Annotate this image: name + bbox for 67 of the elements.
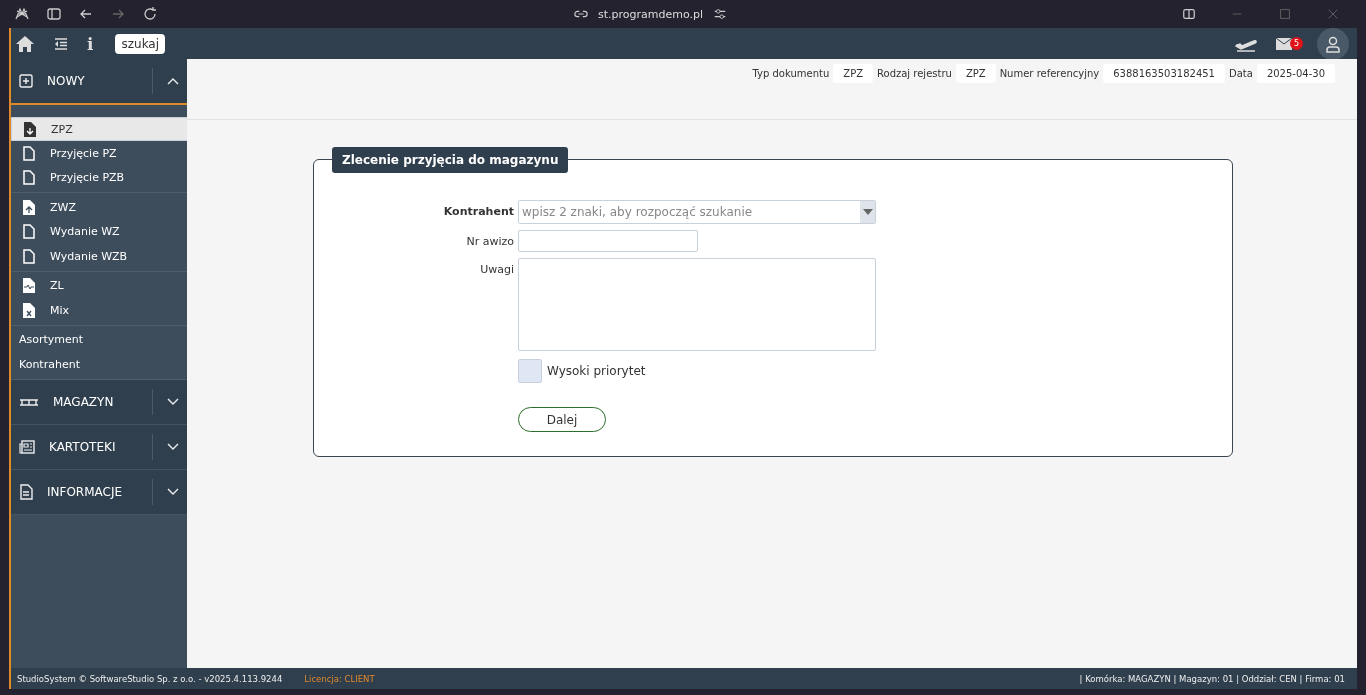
plus-square-icon <box>19 74 33 88</box>
chevron-icon[interactable] <box>167 487 179 496</box>
dropdown-field[interactable]: wpisz 2 znaki, aby rozpocząć szukanie <box>518 200 876 224</box>
menu-item[interactable]: Wydanie WZ <box>11 219 180 244</box>
menu-item[interactable]: ZWZ <box>11 195 180 220</box>
license-text: Licencja: CLIENT <box>304 673 375 684</box>
user-button[interactable] <box>1317 27 1349 60</box>
next-button[interactable]: Dalej <box>518 407 606 432</box>
readonly-field: ZPZ <box>833 64 874 83</box>
field-label: Typ dokumentu <box>752 67 830 81</box>
sidebar-toggle-icon[interactable] <box>46 6 62 22</box>
chevron-icon[interactable] <box>167 397 179 406</box>
field-label: Kontrahent <box>442 204 514 220</box>
browser-logo-icon[interactable] <box>14 6 30 22</box>
menu-section-header[interactable]: INFORMACJE <box>11 469 187 515</box>
document-icon <box>23 248 35 264</box>
reload-icon[interactable] <box>142 6 158 22</box>
textarea-field[interactable] <box>518 258 876 351</box>
field-label: Uwagi <box>479 262 514 278</box>
menu-item[interactable]: Kontrahent <box>11 352 180 377</box>
menu-item[interactable]: Przyjęcie PZ <box>11 141 180 166</box>
document-icon <box>23 224 35 240</box>
readonly-field: 6388163503182451 <box>1103 64 1225 83</box>
mail-icon[interactable] <box>1275 36 1293 51</box>
menu-section-header[interactable]: KARTOTEKI <box>11 424 187 470</box>
outdent-icon[interactable] <box>53 35 69 52</box>
panel-title: Zlecenie przyjęcia do magazynu <box>332 147 569 173</box>
chevron-icon[interactable] <box>167 77 179 85</box>
document-icon <box>19 483 33 500</box>
file-chart-icon <box>23 278 35 294</box>
menu-item[interactable]: ZPZ <box>11 117 187 141</box>
checkbox[interactable] <box>518 359 542 383</box>
user-icon <box>1324 34 1342 53</box>
menu-section-header[interactable]: NOWY <box>11 59 187 105</box>
copyright-text: StudioSystem © SoftwareStudio Sp. z o.o. - v2025.4.113.9244 <box>17 673 283 684</box>
input-field[interactable] <box>518 230 698 252</box>
pallet-icon <box>19 396 39 407</box>
menu-section-header[interactable]: MAGAZYN <box>11 379 187 425</box>
file-upload-icon <box>23 199 35 215</box>
split-view-icon[interactable] <box>1182 7 1196 21</box>
readonly-field: 2025-04-30 <box>1256 64 1335 83</box>
chevron-icon[interactable] <box>167 442 179 451</box>
field-label: Numer referencyjny <box>999 67 1100 81</box>
menu-item[interactable]: Mix <box>11 298 180 323</box>
checkbox-label: Wysoki priorytet <box>547 364 646 378</box>
notification-badge: 5 <box>1290 36 1303 50</box>
menu-item[interactable]: Asortyment <box>11 327 180 352</box>
menu-item[interactable]: Przyjęcie PZB <box>11 165 180 190</box>
document-icon <box>23 170 35 186</box>
close-icon[interactable] <box>1326 7 1340 21</box>
field-label: Data <box>1229 67 1253 81</box>
search-button[interactable]: szukaj <box>115 33 166 54</box>
caret-icon <box>862 209 873 215</box>
field-label: Rodzaj rejestru <box>877 67 952 81</box>
home-icon[interactable] <box>15 34 35 53</box>
menu-item[interactable]: ZL <box>11 273 180 298</box>
menu-item[interactable]: Wydanie WZB <box>11 244 180 269</box>
sliders-icon[interactable] <box>713 7 728 21</box>
field-label: Nr awizo <box>465 234 514 250</box>
file-x-icon <box>23 302 35 318</box>
url-text[interactable]: st.programdemo.pl <box>598 7 704 21</box>
readonly-field: ZPZ <box>955 64 996 83</box>
document-icon <box>23 145 35 161</box>
card-file-icon <box>19 439 35 454</box>
status-text: | Komórka: MAGAZYN | Magazyn: 01 | Oddział: CEN | Firma: 01 <box>1079 673 1345 684</box>
file-download-icon <box>24 121 36 137</box>
info-icon[interactable]: i <box>87 33 94 54</box>
